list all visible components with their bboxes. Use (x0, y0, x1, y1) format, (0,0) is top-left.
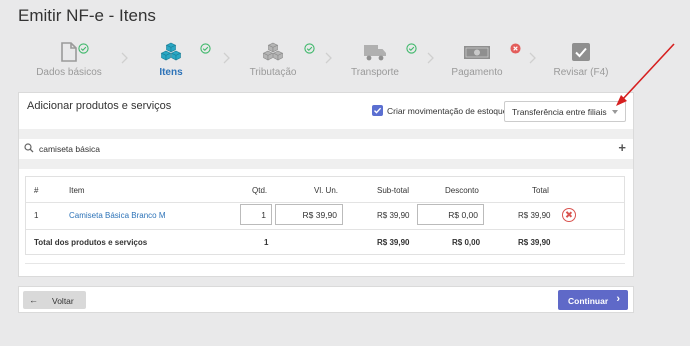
boxes-icon (262, 42, 284, 61)
stock-movement-checkbox[interactable]: Criar movimentação de estoque (372, 105, 507, 116)
footer-total: R$ 39,90 (518, 238, 551, 247)
add-products-title: Adicionar produtos e serviços (27, 100, 172, 112)
col-header-unit-price: Vl. Un. (314, 186, 339, 195)
document-icon (61, 42, 77, 62)
items-table: # Item Qtd. Vl. Un. Sub-total Desconto T… (25, 176, 625, 255)
quantity-input[interactable]: 1 (240, 204, 272, 225)
col-header-total: Total (532, 186, 549, 195)
col-header-subtotal: Sub-total (377, 186, 410, 195)
step-tributacao[interactable]: Tributação (222, 42, 324, 78)
cell-num: 1 (34, 211, 39, 220)
movement-type-value: Transferência entre filiais (512, 107, 607, 117)
check-circle-icon (304, 43, 315, 54)
truck-icon (364, 45, 386, 61)
error-circle-icon (510, 43, 521, 54)
continue-button[interactable]: Continuar › (558, 290, 628, 310)
back-label: Voltar (52, 296, 74, 306)
step-label: Transporte (351, 67, 399, 78)
continue-label: Continuar (568, 296, 609, 306)
page-title: Emitir NF-e - Itens (18, 6, 156, 25)
footer-discount: R$ 0,00 (452, 238, 481, 247)
add-product-button[interactable]: + (618, 140, 626, 155)
col-header-num: # (34, 186, 39, 195)
check-icon (374, 107, 382, 114)
actions-bar: ← Voltar Continuar › (18, 286, 634, 313)
footer-qty: 1 (264, 238, 269, 247)
remove-item-icon[interactable] (562, 208, 576, 222)
check-circle-icon (406, 43, 417, 54)
arrow-left-icon: ← (29, 295, 38, 305)
step-transporte[interactable]: Transporte (324, 42, 426, 78)
product-link[interactable]: Camiseta Básica Branco M (69, 211, 165, 220)
step-label: Dados básicos (36, 67, 102, 78)
discount-input[interactable]: R$ 0,00 (417, 204, 484, 225)
product-search[interactable]: camiseta básica + (19, 139, 633, 159)
step-itens[interactable]: Itens (120, 42, 222, 78)
step-label: Revisar (F4) (553, 67, 609, 78)
cell-subtotal: R$ 39,90 (377, 211, 410, 220)
footer-subtotal: R$ 39,90 (377, 238, 410, 247)
row-divider (26, 229, 624, 230)
money-icon (464, 46, 490, 59)
step-label: Tributação (249, 67, 297, 78)
check-circle-icon (200, 43, 211, 54)
step-pagamento[interactable]: Pagamento (426, 42, 528, 78)
search-icon (24, 143, 34, 153)
wizard-steps: Dados básicos Itens Tributação Transport… (18, 42, 630, 82)
checkbox-checked[interactable] (372, 105, 383, 116)
col-header-item: Item (69, 186, 85, 195)
footer-label: Total dos produtos e serviços (34, 238, 148, 247)
step-revisar[interactable]: Revisar (F4) (530, 42, 632, 78)
check-circle-icon (78, 43, 89, 54)
cell-total: R$ 39,90 (518, 211, 551, 220)
col-header-discount: Desconto (445, 186, 479, 195)
items-card: Adicionar produtos e serviços Criar movi… (18, 92, 634, 277)
step-dados-basicos[interactable]: Dados básicos (18, 42, 120, 78)
col-header-qty: Qtd. (252, 186, 268, 195)
unit-price-input[interactable]: R$ 39,90 (275, 204, 343, 225)
divider (19, 129, 633, 139)
stock-movement-label: Criar movimentação de estoque (387, 105, 508, 116)
chevron-right-icon: › (616, 293, 620, 305)
step-label: Pagamento (451, 67, 503, 78)
divider (19, 159, 633, 169)
step-label: Itens (159, 67, 183, 78)
caret-down-icon (612, 110, 618, 114)
movement-type-select[interactable]: Transferência entre filiais (504, 101, 626, 122)
search-input[interactable]: camiseta básica (39, 144, 100, 154)
divider (25, 263, 625, 264)
back-button[interactable]: ← Voltar (23, 291, 86, 309)
row-divider (26, 202, 624, 203)
boxes-icon (160, 42, 182, 61)
checkbox-icon (572, 43, 590, 61)
